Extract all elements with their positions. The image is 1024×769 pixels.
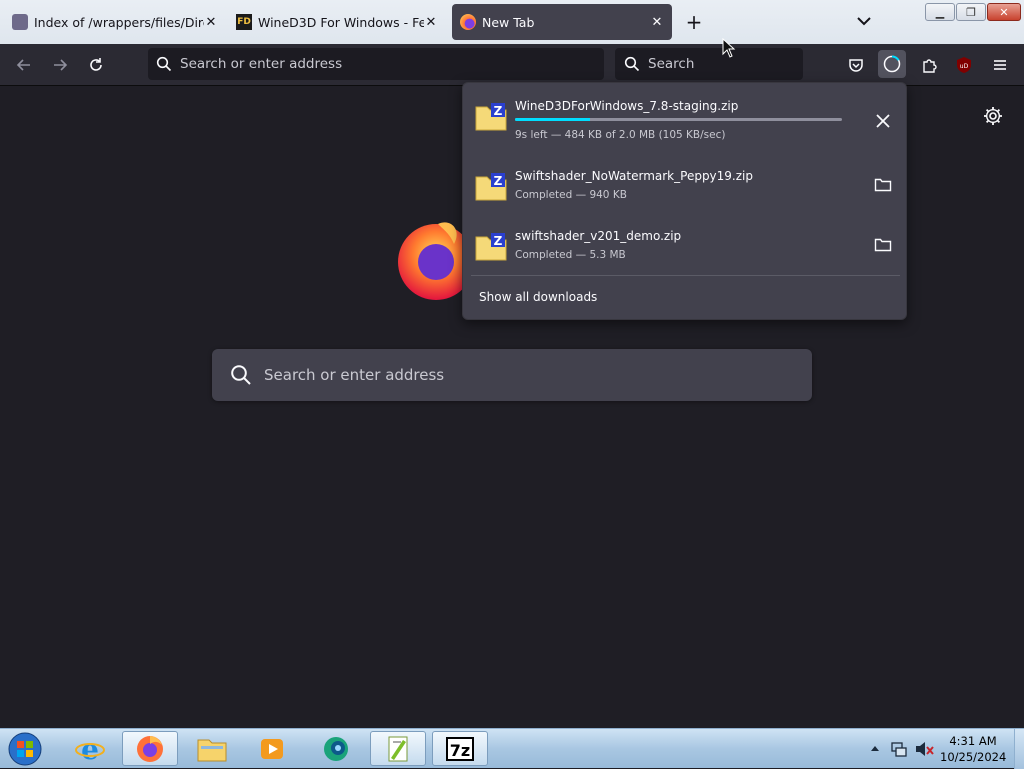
taskbar-camera-app[interactable] — [308, 731, 364, 766]
download-filename: swiftshader_v201_demo.zip — [515, 229, 682, 243]
download-status: 9s left — 484 KB of 2.0 MB (105 KB/sec) — [515, 129, 726, 141]
volume-muted-icon[interactable] — [914, 740, 934, 758]
system-clock[interactable]: 4:31 AM 10/25/2024 — [940, 733, 1006, 765]
zip-archive-icon: Z — [475, 103, 507, 131]
forward-arrow-icon[interactable] — [48, 53, 72, 77]
github-favicon-icon — [12, 14, 28, 30]
tab-close-icon[interactable]: ✕ — [650, 15, 664, 30]
cancel-download-button[interactable] — [871, 109, 895, 133]
newtab-search-placeholder: Search or enter address — [264, 366, 445, 384]
download-status: Completed — 5.3 MB — [515, 249, 626, 261]
download-filename: WineD3DForWindows_7.8-staging.zip — [515, 99, 739, 113]
search-icon — [624, 56, 640, 72]
close-window-button[interactable]: ✕ — [987, 3, 1021, 21]
show-desktop-button[interactable] — [1014, 729, 1024, 769]
show-all-downloads-link[interactable]: Show all downloads — [479, 290, 597, 304]
tray-expand-arrow-icon[interactable] — [870, 744, 880, 754]
download-progress-fill — [515, 118, 591, 121]
url-bar-placeholder: Search or enter address — [180, 56, 343, 72]
firefox-favicon-icon — [460, 14, 476, 30]
tab-title: Index of /wrappers/files/Direct3D — [34, 14, 204, 30]
extensions-puzzle-icon[interactable] — [917, 53, 941, 77]
windows-taskbar: e 7z 4:31 AM 10/25/2024 — [0, 728, 1024, 769]
show-in-folder-button[interactable] — [871, 233, 895, 257]
hamburger-menu-icon[interactable] — [988, 53, 1012, 77]
show-in-folder-button[interactable] — [871, 173, 895, 197]
download-progress-bar — [515, 118, 842, 121]
tab-strip: Index of /wrappers/files/Direct3D ✕ FD W… — [0, 0, 1024, 44]
folder-icon — [874, 238, 892, 252]
new-tab-plus-icon[interactable]: + — [684, 12, 704, 32]
ublock-origin-icon[interactable]: uD — [952, 53, 976, 77]
back-arrow-icon[interactable] — [12, 53, 36, 77]
download-item[interactable]: Z swiftshader_v201_demo.zip Completed — … — [473, 223, 898, 275]
download-filename: Swiftshader_NoWatermark_Peppy19.zip — [515, 169, 753, 183]
taskbar-media-player[interactable] — [244, 731, 300, 766]
svg-text:7z: 7z — [450, 741, 470, 760]
pocket-icon[interactable] — [844, 53, 868, 77]
clock-time: 4:31 AM — [949, 734, 997, 748]
folder-icon — [197, 739, 227, 761]
tab-index-of-wrappers[interactable]: Index of /wrappers/files/Direct3D ✕ — [4, 4, 226, 40]
search-bar-placeholder: Search — [648, 56, 695, 72]
zip-archive-icon: Z — [475, 233, 507, 261]
maximize-button[interactable]: ❐ — [956, 3, 986, 21]
download-item[interactable]: Z Swiftshader_NoWatermark_Peppy19.zip Co… — [473, 163, 898, 215]
svg-text:Z: Z — [494, 234, 503, 248]
svg-text:e: e — [81, 734, 99, 764]
search-bar[interactable]: Search — [615, 48, 803, 80]
zip-archive-icon: Z — [475, 173, 507, 201]
tab-close-icon[interactable]: ✕ — [424, 15, 438, 30]
svg-text:uD: uD — [960, 63, 969, 70]
download-status: Completed — 940 KB — [515, 189, 627, 201]
folder-icon — [874, 178, 892, 192]
network-icon[interactable] — [890, 740, 908, 758]
reload-icon[interactable] — [84, 53, 108, 77]
notepad-plus-icon — [388, 736, 408, 761]
close-icon — [876, 114, 890, 128]
tab-winedd3d[interactable]: FD WineD3D For Windows - Federico ✕ — [228, 4, 446, 40]
newtab-search-box[interactable]: Search or enter address — [212, 349, 812, 401]
7zip-icon: 7z — [446, 736, 474, 761]
downloads-progress-button[interactable] — [878, 50, 906, 78]
navigation-toolbar: Search or enter address Search uD — [0, 44, 1024, 86]
internet-explorer-icon: e — [75, 734, 105, 764]
windows-start-icon[interactable] — [6, 731, 44, 767]
tab-title: New Tab — [482, 14, 535, 30]
fd-favicon-icon: FD — [236, 14, 252, 30]
search-icon — [156, 56, 172, 72]
svg-text:Z: Z — [494, 174, 503, 188]
clock-date: 10/25/2024 — [940, 750, 1007, 764]
svg-text:Z: Z — [494, 104, 503, 118]
webcam-icon — [324, 736, 348, 761]
tab-close-icon[interactable]: ✕ — [204, 15, 218, 30]
media-player-icon — [261, 738, 283, 759]
search-icon — [231, 365, 251, 385]
tab-new-tab[interactable]: New Tab ✕ — [452, 4, 672, 40]
gear-icon[interactable] — [982, 105, 1004, 127]
downloads-panel: Z WineD3DForWindows_7.8-staging.zip 9s l… — [462, 82, 907, 320]
taskbar-internet-explorer[interactable]: e — [62, 731, 118, 766]
taskbar-7zip[interactable]: 7z — [432, 731, 488, 766]
url-bar[interactable]: Search or enter address — [148, 48, 604, 80]
taskbar-file-explorer[interactable] — [184, 731, 240, 766]
minimize-button[interactable]: ▁ — [925, 3, 955, 21]
download-item[interactable]: Z WineD3DForWindows_7.8-staging.zip 9s l… — [473, 93, 898, 145]
chevron-down-icon[interactable] — [855, 12, 873, 30]
panel-divider — [471, 275, 900, 276]
download-progress-icon — [883, 55, 901, 73]
taskbar-notepad-plus[interactable] — [370, 731, 426, 766]
tab-title: WineD3D For Windows - Federico — [258, 14, 424, 30]
firefox-icon — [137, 735, 163, 762]
mouse-cursor-icon — [722, 38, 736, 58]
taskbar-firefox[interactable] — [122, 731, 178, 766]
